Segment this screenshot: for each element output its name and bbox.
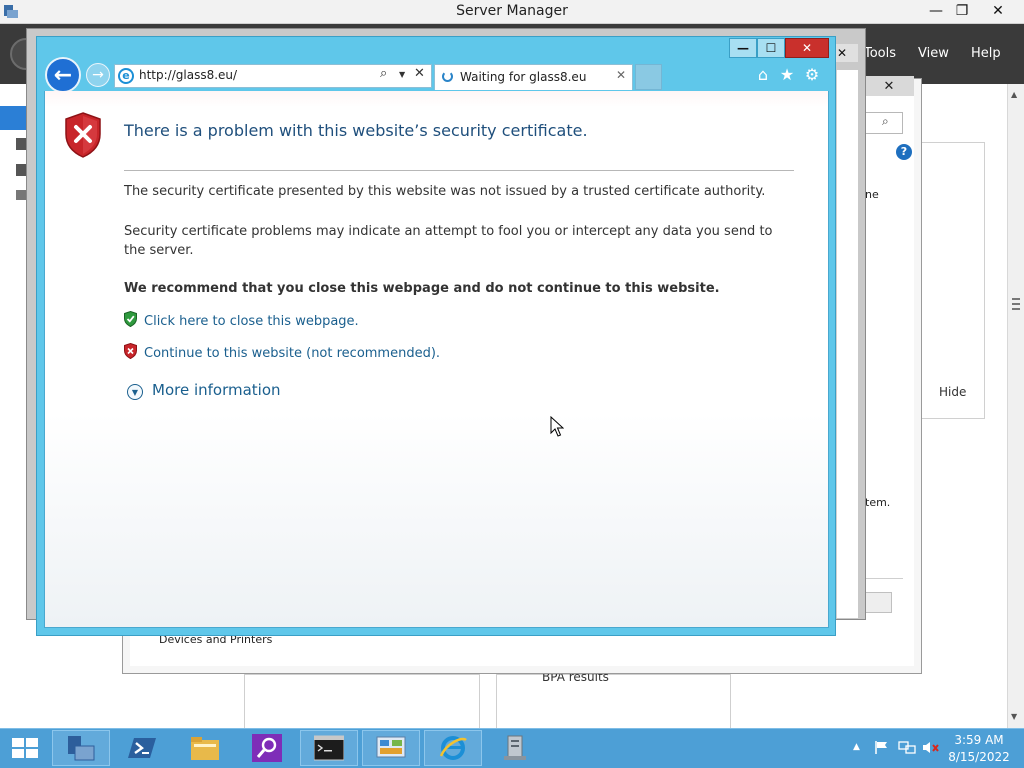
help-icon[interactable]: ? xyxy=(896,144,912,160)
sm-scroll-up-icon[interactable]: ▲ xyxy=(1011,90,1017,99)
internet-explorer-icon xyxy=(439,736,467,760)
home-icon[interactable]: ⌂ xyxy=(754,66,772,84)
sm-close-button[interactable]: ✕ xyxy=(982,0,1014,22)
sm-menu-tools[interactable]: Tools xyxy=(864,46,896,61)
sm-dashboard-tile xyxy=(244,674,480,730)
ie-forward-button[interactable]: → xyxy=(86,63,110,87)
stop-icon[interactable]: ✕ xyxy=(414,66,425,81)
sm-restore-button[interactable]: ❐ xyxy=(946,0,978,22)
sm-hide-link[interactable]: Hide xyxy=(939,385,966,399)
tab-close-icon[interactable]: ✕ xyxy=(616,68,626,82)
close-webpage-link[interactable]: Click here to close this webpage. xyxy=(144,314,359,329)
windows-start-icon[interactable] xyxy=(10,736,40,760)
ie-address-input[interactable]: http://glass8.eu/ xyxy=(139,68,369,82)
loading-spinner-icon xyxy=(442,71,453,82)
favorites-icon[interactable]: ★ xyxy=(778,66,796,84)
taskbar-clock-date[interactable]: 8/15/2022 xyxy=(946,750,1012,764)
divider xyxy=(860,578,903,579)
background-dialog-text: ne xyxy=(865,188,879,201)
sm-menu-view[interactable]: View xyxy=(918,46,949,61)
page-title: There is a problem with this website’s s… xyxy=(124,121,588,140)
mouse-pointer-icon xyxy=(550,416,564,437)
ie-minimize-button[interactable]: — xyxy=(729,38,757,58)
server-manager-title: Server Manager xyxy=(456,3,568,19)
shield-error-icon xyxy=(124,343,137,359)
background-dialog-text: tem. xyxy=(865,496,891,509)
volume-muted-icon[interactable] xyxy=(922,740,940,755)
gear-icon[interactable]: ⚙ xyxy=(803,66,821,84)
ie-new-tab-button[interactable] xyxy=(635,64,662,90)
server-tool-icon xyxy=(504,735,526,760)
divider xyxy=(124,170,794,171)
more-information-link[interactable]: More information xyxy=(152,381,281,399)
continue-website-link[interactable]: Continue to this website (not recommende… xyxy=(144,346,440,361)
expand-circle-icon[interactable]: ▼ xyxy=(127,384,143,400)
server-manager-icon xyxy=(68,736,95,761)
ie-tab-title[interactable]: Waiting for glass8.eu xyxy=(460,70,586,84)
ie-maximize-button[interactable]: ☐ xyxy=(757,38,785,58)
cert-error-recommendation: We recommend that you close this webpage… xyxy=(124,281,720,296)
chevron-down-icon[interactable]: ▼ xyxy=(399,70,405,79)
sm-nav-local-server-icon[interactable] xyxy=(16,138,26,150)
shield-check-icon xyxy=(124,311,137,327)
ie-page-icon: e xyxy=(118,68,134,84)
sm-nav-all-servers-icon[interactable] xyxy=(16,164,26,176)
taskbar-clock-time[interactable]: 3:59 AM xyxy=(946,733,1012,747)
ie-back-button[interactable]: ← xyxy=(45,57,81,93)
search-icon: ⌕ xyxy=(882,114,889,128)
folder-icon xyxy=(191,737,219,760)
shield-error-icon xyxy=(65,112,101,158)
sm-nav-dashboard[interactable] xyxy=(0,106,26,130)
search-icon[interactable]: ⌕ xyxy=(380,66,387,81)
cert-error-description: The security certificate presented by th… xyxy=(124,184,766,199)
background-dialog-close-button[interactable]: ✕ xyxy=(864,76,914,96)
ie-page-content-top xyxy=(45,91,828,107)
sm-hide-panel xyxy=(920,142,985,419)
cert-error-warning: Security certificate problems may indica… xyxy=(124,224,773,258)
network-icon[interactable] xyxy=(898,740,916,755)
magnifier-app-icon xyxy=(252,734,282,762)
sm-nav-file-services-icon[interactable] xyxy=(16,190,26,200)
show-hidden-icons-icon[interactable]: ▲ xyxy=(853,742,860,752)
background-wizard-panel xyxy=(836,70,858,618)
sm-scroll-thumb[interactable] xyxy=(1012,298,1020,310)
sm-menu-help[interactable]: Help xyxy=(971,46,1001,61)
action-center-flag-icon[interactable] xyxy=(874,740,890,755)
sm-scrollbar[interactable] xyxy=(1007,84,1024,728)
powershell-icon xyxy=(128,738,156,758)
command-prompt-icon xyxy=(314,735,344,761)
control-panel-icon xyxy=(376,736,406,758)
sm-dashboard-tile xyxy=(496,674,731,730)
ie-close-button[interactable]: ✕ xyxy=(785,38,829,58)
sm-scroll-down-icon[interactable]: ▼ xyxy=(1011,712,1017,721)
